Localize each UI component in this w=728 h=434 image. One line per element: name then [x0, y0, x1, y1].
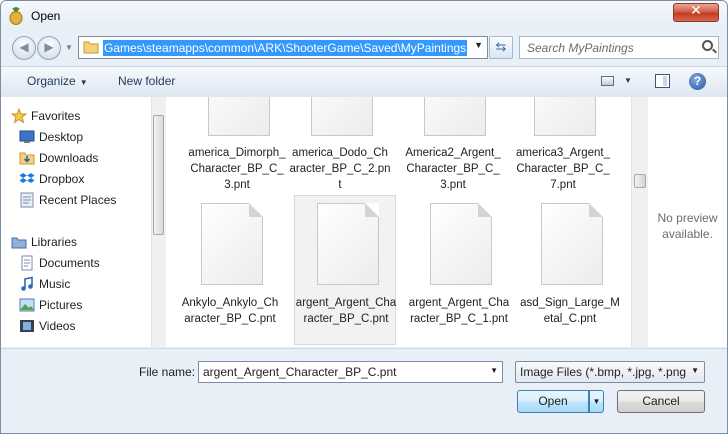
- scrollbar-thumb[interactable]: [634, 174, 646, 188]
- sidebar-item-label: Downloads: [39, 151, 99, 165]
- sidebar-item-label: Pictures: [39, 298, 83, 312]
- navigation-bar: ◀ ▶ ▼ Games\steamapps\common\ARK\Shooter…: [1, 31, 727, 63]
- chevron-down-icon: ▼: [79, 78, 88, 87]
- title-bar: Open ✕: [1, 1, 727, 31]
- sidebar-item-label: Music: [39, 277, 71, 291]
- file-name-dropdown-icon[interactable]: ▼: [490, 366, 498, 375]
- sidebar-item-label: Recent Places: [39, 193, 117, 207]
- file-name-label: File name:: [139, 365, 196, 379]
- cancel-button[interactable]: Cancel: [617, 390, 705, 413]
- sidebar-item-desktop[interactable]: Desktop: [19, 128, 84, 146]
- view-options-dropdown-icon[interactable]: ▼: [624, 76, 632, 85]
- star-icon: [11, 108, 27, 124]
- refresh-button[interactable]: ⇆: [489, 36, 513, 59]
- file-name: America2_Argent_Character_BP_C_3.pnt: [405, 147, 501, 191]
- sidebar-item-recent-places[interactable]: Recent Places: [20, 191, 117, 209]
- file-item[interactable]: argent_Argent_Character_BP_C_1.pnt: [408, 201, 510, 347]
- file-icon: [201, 203, 263, 285]
- sidebar-item-label: Libraries: [31, 235, 78, 249]
- desktop-icon: [19, 130, 35, 143]
- libraries-icon: [11, 237, 27, 249]
- window-title: Open: [31, 9, 61, 23]
- sidebar-item-favorites[interactable]: Favorites: [11, 107, 81, 125]
- file-name: argent_Argent_Character_BP_C.pnt: [295, 297, 397, 325]
- sidebar-item-label: Videos: [39, 319, 76, 333]
- file-name: america_Dimorph_Character_BP_C_3.pnt: [188, 147, 286, 191]
- music-icon: [21, 276, 33, 291]
- open-dialog: Open ✕ ◀ ▶ ▼ Games\steamapps\common\ARK\…: [0, 0, 728, 434]
- navigation-scrollbar[interactable]: [151, 97, 166, 347]
- file-name: Ankylo_Ankylo_Character_BP_C.pnt: [181, 297, 279, 325]
- sidebar-item-label: Favorites: [31, 109, 81, 123]
- scrollbar-thumb[interactable]: [153, 115, 164, 235]
- app-icon: [9, 7, 23, 25]
- sidebar-item-libraries[interactable]: Libraries: [11, 233, 78, 251]
- folder-icon: [83, 41, 99, 54]
- videos-icon: [20, 320, 34, 332]
- documents-icon: [21, 255, 33, 271]
- file-icon: [534, 97, 596, 136]
- address-bar[interactable]: Games\steamapps\common\ARK\ShooterGame\S…: [78, 36, 488, 59]
- file-type-select[interactable]: Image Files (*.bmp, *.jpg, *.png ▼: [515, 361, 705, 383]
- file-list-scrollbar[interactable]: [631, 97, 649, 347]
- close-icon: ✕: [690, 3, 702, 19]
- command-toolbar: Organize ▼ New folder ▼ ?: [1, 66, 727, 98]
- address-dropdown-icon[interactable]: ▼: [474, 40, 483, 50]
- close-button[interactable]: ✕: [673, 3, 719, 22]
- new-folder-button[interactable]: New folder: [118, 74, 175, 88]
- sidebar-item-label: Desktop: [39, 130, 84, 144]
- open-options-dropdown-button[interactable]: ▼: [589, 390, 604, 413]
- pictures-icon: [19, 298, 35, 312]
- help-icon[interactable]: ?: [689, 73, 706, 90]
- file-name: america3_Argent_Character_BP_C_7.pnt: [516, 147, 610, 191]
- dialog-footer: File name: argent_Argent_Character_BP_C.…: [1, 348, 727, 433]
- sidebar-item-documents[interactable]: Documents: [21, 254, 100, 272]
- file-list: america_Dimorph_Character_BP_C_3.pnt ame…: [166, 97, 631, 347]
- file-icon: [424, 97, 486, 136]
- search-icon[interactable]: [702, 40, 713, 51]
- file-icon: [430, 203, 492, 285]
- file-type-value: Image Files (*.bmp, *.jpg, *.png: [520, 365, 687, 379]
- forward-arrow-icon: ▶: [44, 40, 54, 54]
- open-button[interactable]: Open: [517, 390, 589, 413]
- sidebar-item-videos[interactable]: Videos: [20, 317, 76, 335]
- recent-locations-dropdown-icon[interactable]: ▼: [65, 43, 73, 52]
- sidebar-item-music[interactable]: Music: [21, 275, 71, 293]
- change-view-icon[interactable]: [601, 76, 614, 86]
- file-icon: [311, 97, 373, 136]
- search-input[interactable]: Search MyPaintings: [519, 36, 719, 59]
- file-name: argent_Argent_Character_BP_C_1.pnt: [408, 297, 510, 325]
- organize-label: Organize: [27, 74, 76, 88]
- preview-pane-icon[interactable]: [655, 74, 670, 88]
- sidebar-item-label: Dropbox: [39, 172, 85, 186]
- preview-message: No preview available.: [657, 211, 718, 241]
- back-arrow-icon: ◀: [19, 40, 29, 54]
- address-path[interactable]: Games\steamapps\common\ARK\ShooterGame\S…: [103, 40, 468, 56]
- file-item[interactable]: Ankylo_Ankylo_Character_BP_C.pnt: [179, 201, 281, 347]
- forward-button[interactable]: ▶: [37, 36, 61, 60]
- sidebar-item-label: Documents: [39, 256, 100, 270]
- sidebar-item-dropbox[interactable]: Dropbox: [19, 170, 85, 188]
- file-icon: [317, 203, 379, 285]
- chevron-down-icon: ▼: [691, 366, 699, 375]
- dropbox-icon: [19, 173, 35, 183]
- downloads-icon: [19, 152, 35, 165]
- sidebar-item-downloads[interactable]: Downloads: [19, 149, 99, 167]
- file-item[interactable]: asd_Sign_Large_Metal_C.pnt: [519, 201, 621, 347]
- sidebar-item-pictures[interactable]: Pictures: [19, 296, 83, 314]
- preview-pane: No preview available.: [648, 97, 727, 347]
- file-icon: [541, 203, 603, 285]
- file-name-value[interactable]: argent_Argent_Character_BP_C.pnt: [203, 365, 396, 379]
- file-name-field[interactable]: argent_Argent_Character_BP_C.pnt ▼: [198, 361, 503, 383]
- refresh-icon: ⇆: [495, 39, 507, 54]
- navigation-pane: Favorites Desktop Downloads Dropbox Rece…: [1, 97, 151, 347]
- file-icon: [208, 97, 270, 136]
- file-name: america_Dodo_Character_BP_C_2.pnt: [289, 147, 391, 191]
- file-item-selected[interactable]: argent_Argent_Character_BP_C.pnt: [294, 195, 396, 345]
- search-placeholder: Search MyPaintings: [527, 41, 634, 55]
- recent-places-icon: [20, 192, 34, 208]
- back-button[interactable]: ◀: [12, 36, 36, 60]
- file-name: asd_Sign_Large_Metal_C.pnt: [520, 297, 620, 325]
- organize-button[interactable]: Organize ▼: [27, 74, 88, 88]
